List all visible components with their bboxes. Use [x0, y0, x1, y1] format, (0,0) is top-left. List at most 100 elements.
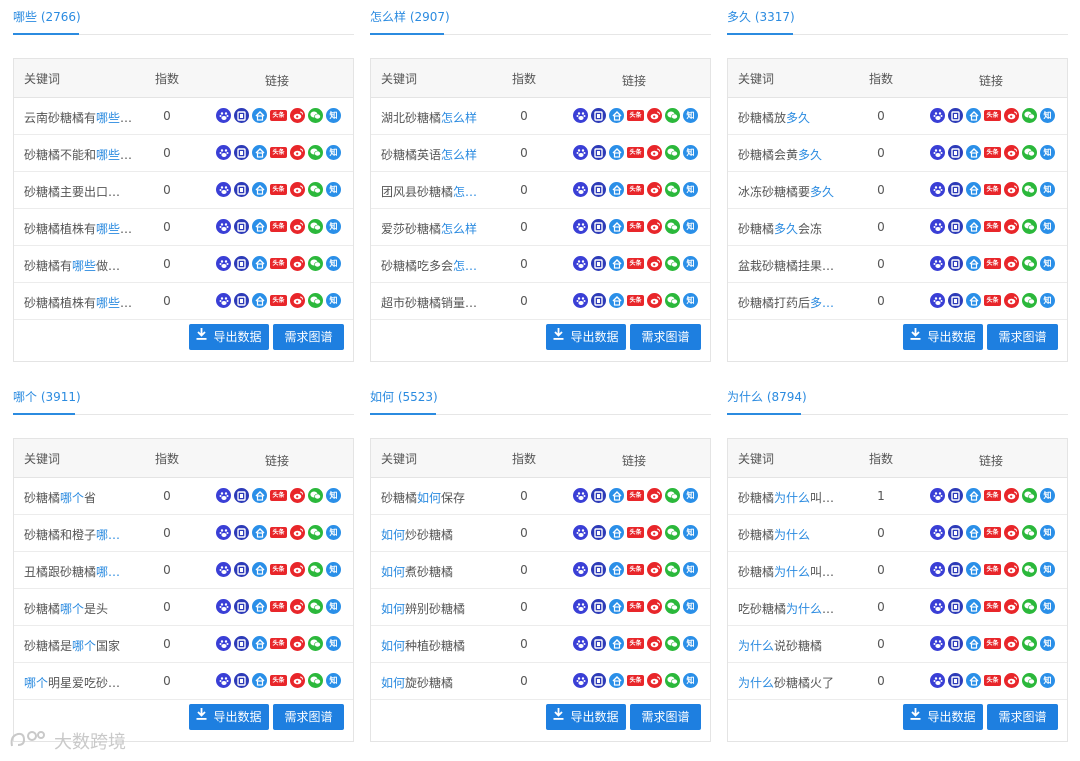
wechat-icon[interactable] [665, 145, 680, 160]
baidu-icon[interactable] [930, 525, 945, 540]
toutiao-icon[interactable]: 头条 [270, 110, 287, 121]
docs-icon[interactable] [591, 673, 606, 688]
demand-graph-button[interactable]: 需求图谱 [987, 324, 1058, 350]
toutiao-icon[interactable]: 头条 [984, 490, 1001, 501]
wechat-icon[interactable] [1022, 293, 1037, 308]
wechat-icon[interactable] [1022, 488, 1037, 503]
weibo-icon[interactable] [647, 673, 662, 688]
keyword-cell[interactable]: 爱莎砂糖橘怎么样 [381, 220, 491, 237]
zhihu-icon[interactable]: 知 [683, 219, 698, 234]
toutiao-icon[interactable]: 头条 [270, 601, 287, 612]
baike-icon[interactable] [252, 182, 267, 197]
docs-icon[interactable] [948, 293, 963, 308]
baike-icon[interactable] [609, 145, 624, 160]
docs-icon[interactable] [234, 525, 249, 540]
keyword-cell[interactable]: 如何炒砂糖橘 [381, 526, 491, 543]
toutiao-icon[interactable]: 头条 [984, 638, 1001, 649]
keyword-cell[interactable]: 盆栽砂糖橘挂果… [738, 257, 848, 274]
docs-icon[interactable] [948, 145, 963, 160]
baike-icon[interactable] [609, 488, 624, 503]
baike-icon[interactable] [252, 599, 267, 614]
docs-icon[interactable] [591, 108, 606, 123]
baidu-icon[interactable] [216, 488, 231, 503]
weibo-icon[interactable] [647, 108, 662, 123]
docs-icon[interactable] [234, 293, 249, 308]
baike-icon[interactable] [966, 525, 981, 540]
docs-icon[interactable] [948, 673, 963, 688]
docs-icon[interactable] [234, 256, 249, 271]
docs-icon[interactable] [948, 256, 963, 271]
zhihu-icon[interactable]: 知 [1040, 673, 1055, 688]
wechat-icon[interactable] [1022, 599, 1037, 614]
wechat-icon[interactable] [1022, 145, 1037, 160]
weibo-icon[interactable] [290, 293, 305, 308]
baike-icon[interactable] [966, 562, 981, 577]
toutiao-icon[interactable]: 头条 [984, 110, 1001, 121]
keyword-cell[interactable]: 砂糖橘主要出口… [24, 183, 134, 200]
zhihu-icon[interactable]: 知 [683, 525, 698, 540]
zhihu-icon[interactable]: 知 [326, 525, 341, 540]
toutiao-icon[interactable]: 头条 [984, 527, 1001, 538]
zhihu-icon[interactable]: 知 [683, 636, 698, 651]
panel-tab-title[interactable]: 如何 (5523) [370, 388, 438, 405]
keyword-cell[interactable]: 砂糖橘植株有哪些… [24, 220, 134, 237]
baike-icon[interactable] [609, 599, 624, 614]
baike-icon[interactable] [252, 525, 267, 540]
baidu-icon[interactable] [930, 256, 945, 271]
keyword-cell[interactable]: 丑橘跟砂糖橘哪… [24, 563, 134, 580]
export-data-button[interactable]: 导出数据 [189, 704, 269, 730]
keyword-cell[interactable]: 砂糖橘打药后多… [738, 294, 848, 311]
panel-tab-title[interactable]: 哪些 (2766) [13, 8, 81, 25]
baidu-icon[interactable] [216, 599, 231, 614]
wechat-icon[interactable] [665, 108, 680, 123]
baike-icon[interactable] [252, 108, 267, 123]
toutiao-icon[interactable]: 头条 [627, 295, 644, 306]
baike-icon[interactable] [609, 562, 624, 577]
baike-icon[interactable] [252, 488, 267, 503]
toutiao-icon[interactable]: 头条 [627, 221, 644, 232]
panel-tab-title[interactable]: 多久 (3317) [727, 8, 795, 25]
zhihu-icon[interactable]: 知 [326, 673, 341, 688]
docs-icon[interactable] [234, 145, 249, 160]
demand-graph-button[interactable]: 需求图谱 [273, 704, 344, 730]
toutiao-icon[interactable]: 头条 [627, 110, 644, 121]
weibo-icon[interactable] [290, 562, 305, 577]
wechat-icon[interactable] [308, 673, 323, 688]
zhihu-icon[interactable]: 知 [683, 293, 698, 308]
baike-icon[interactable] [966, 636, 981, 651]
docs-icon[interactable] [591, 293, 606, 308]
wechat-icon[interactable] [665, 219, 680, 234]
zhihu-icon[interactable]: 知 [326, 488, 341, 503]
keyword-cell[interactable]: 砂糖橘放多久 [738, 109, 848, 126]
zhihu-icon[interactable]: 知 [1040, 562, 1055, 577]
zhihu-icon[interactable]: 知 [1040, 599, 1055, 614]
toutiao-icon[interactable]: 头条 [270, 258, 287, 269]
baidu-icon[interactable] [930, 293, 945, 308]
baike-icon[interactable] [609, 293, 624, 308]
weibo-icon[interactable] [647, 145, 662, 160]
baike-icon[interactable] [609, 182, 624, 197]
docs-icon[interactable] [234, 108, 249, 123]
keyword-cell[interactable]: 砂糖橘哪个是头 [24, 600, 134, 617]
toutiao-icon[interactable]: 头条 [984, 184, 1001, 195]
zhihu-icon[interactable]: 知 [326, 599, 341, 614]
wechat-icon[interactable] [308, 599, 323, 614]
zhihu-icon[interactable]: 知 [1040, 488, 1055, 503]
docs-icon[interactable] [591, 599, 606, 614]
baidu-icon[interactable] [216, 182, 231, 197]
demand-graph-button[interactable]: 需求图谱 [630, 324, 701, 350]
keyword-cell[interactable]: 砂糖橘不能和哪些… [24, 146, 134, 163]
docs-icon[interactable] [948, 525, 963, 540]
keyword-cell[interactable]: 团风县砂糖橘怎… [381, 183, 491, 200]
zhihu-icon[interactable]: 知 [1040, 219, 1055, 234]
weibo-icon[interactable] [1004, 673, 1019, 688]
wechat-icon[interactable] [308, 525, 323, 540]
keyword-cell[interactable]: 砂糖橘为什么叫… [738, 563, 848, 580]
keyword-cell[interactable]: 云南砂糖橘有哪些… [24, 109, 134, 126]
weibo-icon[interactable] [1004, 293, 1019, 308]
baidu-icon[interactable] [573, 145, 588, 160]
baike-icon[interactable] [609, 256, 624, 271]
keyword-cell[interactable]: 为什么砂糖橘火了 [738, 674, 848, 691]
keyword-cell[interactable]: 如何煮砂糖橘 [381, 563, 491, 580]
export-data-button[interactable]: 导出数据 [903, 324, 983, 350]
